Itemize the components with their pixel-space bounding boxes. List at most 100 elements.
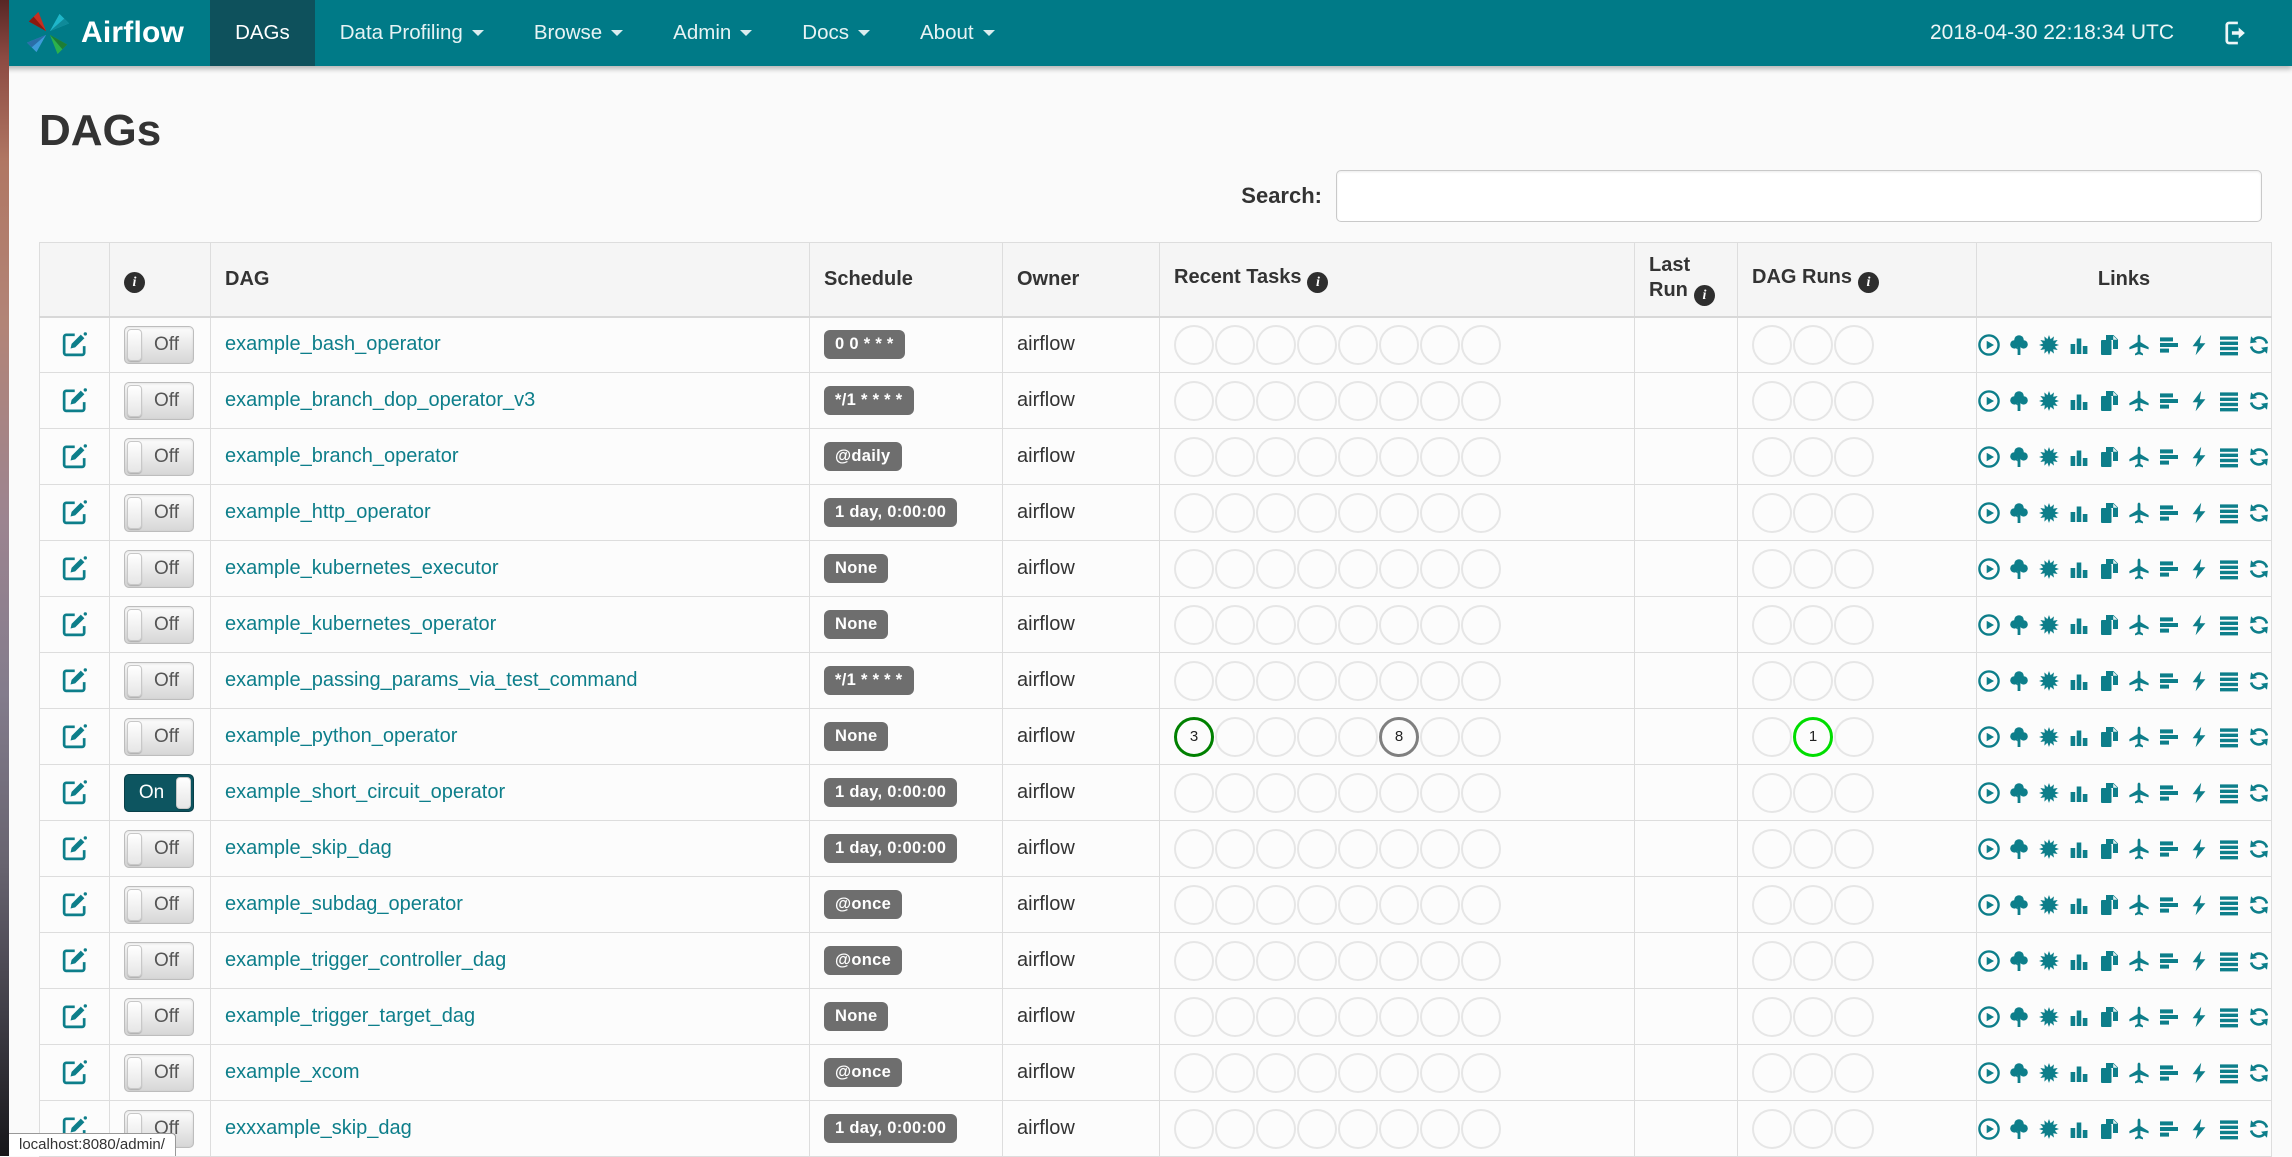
trigger-dag-icon[interactable] — [1977, 445, 2001, 469]
schedule-badge[interactable]: 1 day, 0:00:00 — [824, 778, 957, 807]
tree-view-icon[interactable] — [2007, 837, 2031, 861]
task-tries-icon[interactable] — [2097, 389, 2121, 413]
graph-view-icon[interactable] — [2037, 725, 2061, 749]
edit-dag-icon[interactable] — [61, 443, 88, 470]
edit-dag-icon[interactable] — [61, 1059, 88, 1086]
task-tries-icon[interactable] — [2097, 949, 2121, 973]
tree-view-icon[interactable] — [2007, 445, 2031, 469]
graph-view-icon[interactable] — [2037, 1061, 2061, 1085]
task-tries-icon[interactable] — [2097, 669, 2121, 693]
task-tries-icon[interactable] — [2097, 725, 2121, 749]
trigger-dag-icon[interactable] — [1977, 725, 2001, 749]
logs-icon[interactable] — [2217, 557, 2241, 581]
edit-dag-icon[interactable] — [61, 331, 88, 358]
task-state-circle[interactable]: 3 — [1174, 717, 1214, 757]
edit-dag-icon[interactable] — [61, 611, 88, 638]
dag-toggle[interactable]: Off — [124, 942, 194, 980]
refresh-dag-icon[interactable] — [2247, 893, 2271, 917]
refresh-dag-icon[interactable] — [2247, 501, 2271, 525]
dag-toggle[interactable]: Off — [124, 326, 194, 364]
edit-dag-icon[interactable] — [61, 723, 88, 750]
task-duration-icon[interactable] — [2067, 725, 2091, 749]
task-duration-icon[interactable] — [2067, 893, 2091, 917]
gantt-view-icon[interactable] — [2157, 1061, 2181, 1085]
edit-dag-icon[interactable] — [61, 667, 88, 694]
task-duration-icon[interactable] — [2067, 837, 2091, 861]
trigger-dag-icon[interactable] — [1977, 501, 2001, 525]
trigger-dag-icon[interactable] — [1977, 1117, 2001, 1141]
nav-item-dags[interactable]: DAGs — [210, 0, 315, 66]
dag-link[interactable]: exxxample_skip_dag — [225, 1117, 412, 1139]
code-view-icon[interactable] — [2187, 1117, 2211, 1141]
landing-times-icon[interactable] — [2127, 333, 2151, 357]
gantt-view-icon[interactable] — [2157, 501, 2181, 525]
code-view-icon[interactable] — [2187, 445, 2211, 469]
dag-toggle[interactable]: Off — [124, 382, 194, 420]
schedule-badge[interactable]: None — [824, 1002, 888, 1031]
trigger-dag-icon[interactable] — [1977, 557, 2001, 581]
gantt-view-icon[interactable] — [2157, 333, 2181, 357]
task-tries-icon[interactable] — [2097, 557, 2121, 581]
landing-times-icon[interactable] — [2127, 445, 2151, 469]
dag-link[interactable]: example_http_operator — [225, 501, 431, 523]
dag-toggle[interactable]: Off — [124, 1054, 194, 1092]
landing-times-icon[interactable] — [2127, 949, 2151, 973]
nav-item-data-profiling[interactable]: Data Profiling — [315, 0, 509, 66]
logs-icon[interactable] — [2217, 333, 2241, 357]
gantt-view-icon[interactable] — [2157, 669, 2181, 693]
code-view-icon[interactable] — [2187, 1005, 2211, 1029]
dag-link[interactable]: example_passing_params_via_test_command — [225, 669, 637, 691]
graph-view-icon[interactable] — [2037, 445, 2061, 469]
dag-toggle[interactable]: Off — [124, 438, 194, 476]
task-tries-icon[interactable] — [2097, 837, 2121, 861]
graph-view-icon[interactable] — [2037, 1005, 2061, 1029]
code-view-icon[interactable] — [2187, 1061, 2211, 1085]
dag-link[interactable]: example_bash_operator — [225, 333, 441, 355]
task-duration-icon[interactable] — [2067, 1061, 2091, 1085]
refresh-dag-icon[interactable] — [2247, 1117, 2271, 1141]
graph-view-icon[interactable] — [2037, 893, 2061, 917]
refresh-dag-icon[interactable] — [2247, 613, 2271, 637]
edit-dag-icon[interactable] — [61, 499, 88, 526]
schedule-badge[interactable]: 1 day, 0:00:00 — [824, 1114, 957, 1143]
gantt-view-icon[interactable] — [2157, 389, 2181, 413]
task-tries-icon[interactable] — [2097, 1117, 2121, 1141]
trigger-dag-icon[interactable] — [1977, 949, 2001, 973]
landing-times-icon[interactable] — [2127, 389, 2151, 413]
dag-toggle[interactable]: Off — [124, 998, 194, 1036]
task-tries-icon[interactable] — [2097, 333, 2121, 357]
schedule-badge[interactable]: @once — [824, 890, 902, 919]
trigger-dag-icon[interactable] — [1977, 837, 2001, 861]
trigger-dag-icon[interactable] — [1977, 781, 2001, 805]
edit-dag-icon[interactable] — [61, 779, 88, 806]
schedule-badge[interactable]: @once — [824, 1058, 902, 1087]
schedule-badge[interactable]: 1 day, 0:00:00 — [824, 498, 957, 527]
task-duration-icon[interactable] — [2067, 501, 2091, 525]
trigger-dag-icon[interactable] — [1977, 333, 2001, 357]
tree-view-icon[interactable] — [2007, 781, 2031, 805]
refresh-dag-icon[interactable] — [2247, 1005, 2271, 1029]
dag-link[interactable]: example_trigger_controller_dag — [225, 949, 506, 971]
graph-view-icon[interactable] — [2037, 669, 2061, 693]
tree-view-icon[interactable] — [2007, 893, 2031, 917]
trigger-dag-icon[interactable] — [1977, 389, 2001, 413]
dag-link[interactable]: example_kubernetes_operator — [225, 613, 496, 635]
schedule-badge[interactable]: @once — [824, 946, 902, 975]
refresh-dag-icon[interactable] — [2247, 389, 2271, 413]
schedule-badge[interactable]: None — [824, 610, 888, 639]
tree-view-icon[interactable] — [2007, 557, 2031, 581]
code-view-icon[interactable] — [2187, 725, 2211, 749]
tree-view-icon[interactable] — [2007, 949, 2031, 973]
task-state-circle[interactable]: 1 — [1793, 717, 1833, 757]
tree-view-icon[interactable] — [2007, 613, 2031, 637]
dag-link[interactable]: example_subdag_operator — [225, 893, 463, 915]
code-view-icon[interactable] — [2187, 613, 2211, 637]
graph-view-icon[interactable] — [2037, 389, 2061, 413]
logs-icon[interactable] — [2217, 445, 2241, 469]
code-view-icon[interactable] — [2187, 781, 2211, 805]
logs-icon[interactable] — [2217, 781, 2241, 805]
graph-view-icon[interactable] — [2037, 781, 2061, 805]
task-tries-icon[interactable] — [2097, 501, 2121, 525]
landing-times-icon[interactable] — [2127, 781, 2151, 805]
refresh-dag-icon[interactable] — [2247, 333, 2271, 357]
